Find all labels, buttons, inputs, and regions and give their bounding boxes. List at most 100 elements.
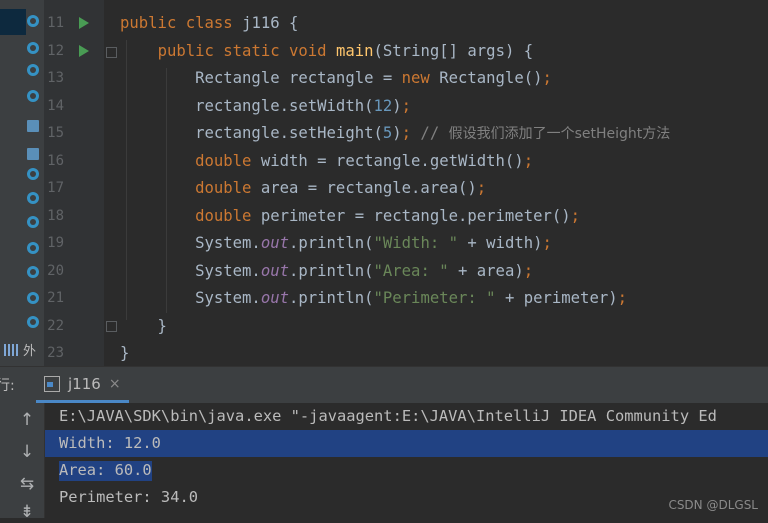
console-line[interactable]: Perimeter: 34.0 bbox=[45, 484, 768, 511]
code-line[interactable]: public static void main(String[] args) { bbox=[120, 38, 534, 66]
code-line[interactable]: double area = rectangle.area(); bbox=[120, 175, 486, 203]
line-number: 14 bbox=[47, 97, 64, 114]
code-line[interactable]: rectangle.setWidth(12); bbox=[120, 93, 411, 121]
code-token: ; bbox=[542, 234, 552, 252]
class-file-icon[interactable] bbox=[27, 42, 39, 54]
console-line-selected[interactable]: Area: 60.0 bbox=[45, 457, 768, 484]
code-token: double bbox=[120, 179, 261, 197]
line-number: 15 bbox=[47, 125, 64, 141]
code-token: double bbox=[120, 151, 261, 170]
run-label: 行: bbox=[0, 378, 15, 394]
code-token: ; bbox=[401, 124, 412, 142]
code-token: .println( bbox=[289, 261, 374, 280]
code-token: ; bbox=[476, 179, 487, 197]
class-file-icon[interactable] bbox=[27, 90, 39, 102]
code-token: ; bbox=[542, 69, 552, 87]
console-output[interactable]: E:\JAVA\SDK\bin\java.exe "-javaagent:E:\… bbox=[45, 403, 768, 518]
console-selection: Area: 60.0 bbox=[59, 461, 152, 481]
code-token: out bbox=[260, 261, 289, 280]
class-file-icon[interactable] bbox=[27, 316, 39, 328]
run-class-icon[interactable] bbox=[79, 17, 89, 29]
code-line[interactable]: } bbox=[120, 340, 129, 368]
code-token: ) bbox=[392, 124, 402, 142]
class-file-icon[interactable] bbox=[27, 266, 39, 278]
code-token: public bbox=[157, 41, 224, 60]
editor-gutter: 11 12 13 14 15 16 17 18 19 20 21 22 23 bbox=[44, 0, 117, 366]
scroll-to-end-icon[interactable]: ⇟ bbox=[16, 501, 38, 523]
code-token: main bbox=[335, 41, 374, 60]
code-token: static bbox=[223, 41, 289, 60]
console-line[interactable]: E:\JAVA\SDK\bin\java.exe "-javaagent:E:\… bbox=[45, 403, 768, 430]
line-number: 23 bbox=[47, 345, 64, 361]
libraries-icon bbox=[4, 344, 20, 356]
line-number: 16 bbox=[47, 152, 64, 169]
line-number: 17 bbox=[47, 180, 64, 196]
soft-wrap-icon[interactable]: ⇆ bbox=[16, 473, 38, 495]
code-token: "Width: " bbox=[373, 234, 459, 252]
run-tab-label: j116 bbox=[68, 374, 101, 393]
line-number: 19 bbox=[47, 235, 64, 251]
code-line[interactable]: System.out.println("Perimeter: " + perim… bbox=[120, 285, 627, 313]
fold-icon[interactable] bbox=[106, 321, 117, 332]
code-token: } bbox=[120, 316, 167, 335]
class-file-icon[interactable] bbox=[27, 216, 39, 228]
console-line-selected[interactable]: Width: 12.0 bbox=[45, 430, 768, 457]
code-line[interactable]: Rectangle rectangle = new Rectangle(); bbox=[120, 65, 552, 93]
code-line[interactable]: } bbox=[120, 313, 167, 341]
scroll-up-icon[interactable]: ↑ bbox=[16, 409, 38, 431]
code-token: ; bbox=[401, 96, 412, 115]
code-token: } bbox=[120, 344, 130, 362]
code-token: width = rectangle.getWidth() bbox=[260, 151, 524, 170]
code-token: Rectangle() bbox=[439, 69, 543, 87]
code-token: System. bbox=[120, 261, 261, 280]
run-tab-j116[interactable]: j116 × bbox=[36, 367, 129, 403]
code-line[interactable]: System.out.println("Width: " + width); bbox=[120, 230, 552, 258]
code-editor[interactable]: public class j116 { public static void m… bbox=[120, 0, 768, 366]
code-token: // bbox=[411, 124, 449, 142]
code-token: "Area: " bbox=[373, 261, 449, 280]
code-token: ) bbox=[392, 96, 402, 115]
external-libraries-item[interactable]: 外 bbox=[4, 340, 36, 359]
class-file-icon[interactable] bbox=[27, 242, 39, 254]
code-token: System. bbox=[120, 234, 261, 252]
code-token: + width) bbox=[458, 234, 543, 252]
line-number: 11 bbox=[47, 15, 64, 31]
code-token: ; bbox=[617, 289, 628, 307]
code-line[interactable]: rectangle.setHeight(5); // 假设我们添加了一个setH… bbox=[120, 120, 670, 149]
run-config-icon bbox=[44, 375, 60, 392]
class-file-icon[interactable] bbox=[27, 192, 39, 204]
code-token: .println( bbox=[289, 234, 374, 252]
code-token: "Perimeter: " bbox=[373, 289, 496, 307]
class-file-icon[interactable] bbox=[27, 15, 39, 27]
run-tool-window-header: 行: j116 × bbox=[0, 366, 768, 404]
class-file-icon[interactable] bbox=[27, 292, 39, 304]
code-token: (String[] args) { bbox=[373, 41, 534, 60]
code-token: double bbox=[120, 206, 261, 225]
run-main-icon[interactable] bbox=[79, 45, 89, 57]
java-file-icon[interactable] bbox=[27, 120, 39, 132]
code-line[interactable]: double width = rectangle.getWidth(); bbox=[120, 148, 533, 176]
class-file-icon[interactable] bbox=[27, 64, 39, 76]
line-number: 21 bbox=[47, 290, 64, 306]
code-token: void bbox=[289, 41, 336, 60]
code-token: public bbox=[120, 14, 186, 32]
code-token: + perimeter) bbox=[495, 289, 618, 307]
scroll-down-icon[interactable]: ↓ bbox=[16, 441, 38, 463]
code-token: ; bbox=[523, 151, 534, 170]
code-token: area = rectangle.area() bbox=[260, 179, 477, 197]
class-file-icon[interactable] bbox=[27, 168, 39, 180]
code-token: perimeter = rectangle.perimeter() bbox=[260, 206, 571, 225]
project-tool-strip: 外 bbox=[0, 0, 45, 366]
code-line[interactable]: double perimeter = rectangle.perimeter()… bbox=[120, 203, 580, 231]
line-number: 22 bbox=[47, 317, 64, 334]
java-file-icon[interactable] bbox=[27, 148, 39, 160]
watermark: CSDN @DLGSL bbox=[668, 498, 758, 512]
code-token: System. bbox=[120, 289, 261, 307]
code-token: rectangle.setHeight( bbox=[120, 124, 383, 142]
code-line[interactable]: System.out.println("Area: " + area); bbox=[120, 258, 533, 286]
close-icon[interactable]: × bbox=[109, 376, 121, 392]
project-selected-row[interactable] bbox=[0, 9, 26, 35]
fold-icon[interactable] bbox=[106, 47, 117, 58]
code-line[interactable]: public class j116 { bbox=[120, 10, 298, 38]
